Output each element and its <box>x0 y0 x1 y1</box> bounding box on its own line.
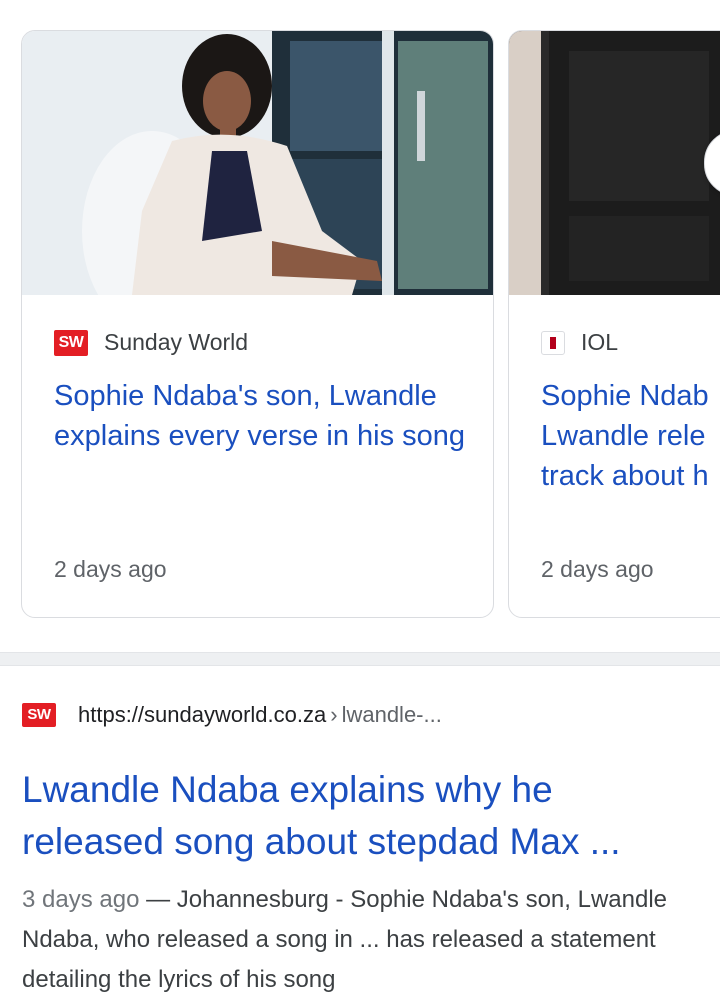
result-date: 3 days ago <box>22 886 140 913</box>
news-source: IOL <box>541 329 618 356</box>
source-name: Sunday World <box>104 329 249 355</box>
result-title-link[interactable]: Lwandle Ndaba explains why he released s… <box>22 764 702 868</box>
news-title[interactable]: Sophie Ndaba's son, Lwandle explains eve… <box>54 376 474 456</box>
news-thumbnail <box>509 31 720 295</box>
result-snippet: 3 days ago — Johannesburg - Sophie Ndaba… <box>22 880 702 1000</box>
news-title-line: Lwandle rele <box>541 420 706 452</box>
breadcrumb-separator: › <box>330 702 338 727</box>
news-card-sunday-world[interactable]: SW Sunday World Sophie Ndaba's son, Lwan… <box>21 30 494 618</box>
news-card-iol[interactable]: IOL Sophie Ndab Lwandle rele track about… <box>508 30 720 618</box>
search-result: SW https://sundayworld.co.za › lwandle-...… <box>0 666 720 993</box>
snippet-dash: — <box>139 886 177 913</box>
sunday-world-logo: SW <box>54 329 88 356</box>
result-url: https://sundayworld.co.za › lwandle-... <box>78 702 442 728</box>
top-stories-carousel: SW Sunday World Sophie Ndaba's son, Lwan… <box>0 0 720 650</box>
news-title[interactable]: Sophie Ndab Lwandle rele track about h <box>541 376 720 496</box>
result-domain: https://sundayworld.co.za <box>78 702 327 727</box>
section-divider <box>0 652 720 666</box>
news-time: 2 days ago <box>54 556 167 582</box>
site-favicon: SW <box>22 703 56 727</box>
result-url-row[interactable]: SW https://sundayworld.co.za › lwandle-... <box>22 702 442 728</box>
source-name: IOL <box>581 329 619 355</box>
news-source: SW Sunday World <box>54 329 248 356</box>
news-title-line: track about h <box>541 460 709 492</box>
news-thumbnail <box>22 31 493 295</box>
iol-logo-icon <box>541 330 565 355</box>
news-title-line: Sophie Ndab <box>541 380 709 412</box>
result-path: lwandle-... <box>341 702 442 727</box>
news-time: 2 days ago <box>541 556 654 582</box>
